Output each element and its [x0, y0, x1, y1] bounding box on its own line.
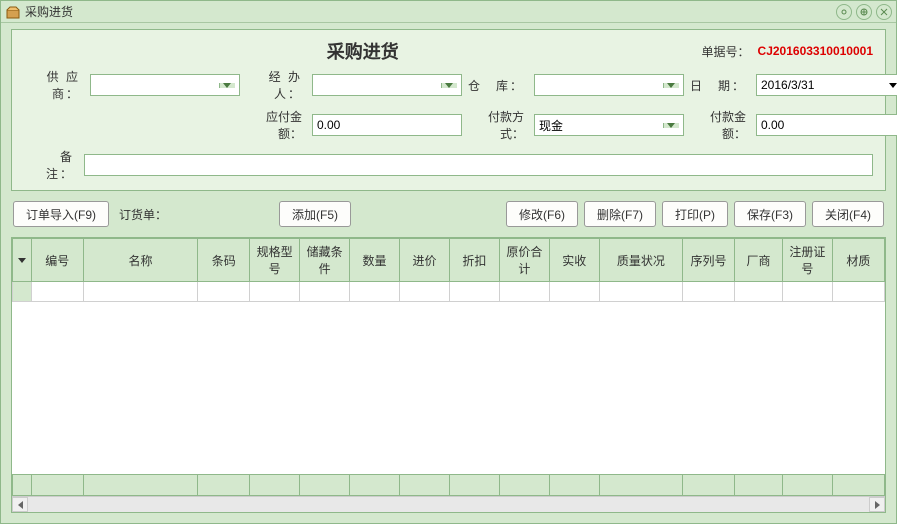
handler-input[interactable] [317, 78, 441, 92]
chevron-down-icon[interactable] [441, 83, 457, 88]
horizontal-scrollbar[interactable] [12, 496, 885, 512]
scroll-right-button[interactable] [869, 497, 885, 512]
payable-input[interactable] [317, 118, 457, 132]
paymethod-input[interactable] [539, 118, 663, 132]
minimize-button[interactable] [836, 4, 852, 20]
content: 采购进货 单据号： CJ201603310010001 供 应 商： 经 办 人… [1, 23, 896, 523]
col-discount[interactable]: 折扣 [449, 239, 499, 282]
warehouse-combo[interactable] [534, 74, 684, 96]
payamount-input[interactable] [761, 118, 897, 132]
paymethod-combo[interactable] [534, 114, 684, 136]
toolbar: 订单导入(F9) 订货单： 添加(F5) 修改(F6) 删除(F7) 打印(P)… [11, 195, 886, 233]
import-order-button[interactable]: 订单导入(F9) [13, 201, 109, 227]
col-spec[interactable]: 规格型号 [250, 239, 300, 282]
form-panel: 采购进货 单据号： CJ201603310010001 供 应 商： 经 办 人… [11, 29, 886, 191]
data-grid: 编号 名称 条码 规格型号 储藏条件 数量 进价 折扣 原价合计 实收 质量状况… [11, 237, 886, 513]
grid-header: 编号 名称 条码 规格型号 储藏条件 数量 进价 折扣 原价合计 实收 质量状况… [12, 238, 885, 302]
col-name[interactable]: 名称 [83, 239, 197, 282]
close-button[interactable] [876, 4, 892, 20]
col-regno[interactable]: 注册证号 [782, 239, 832, 282]
save-button[interactable]: 保存(F3) [734, 201, 806, 227]
supplier-combo[interactable] [90, 74, 240, 96]
scroll-track[interactable] [28, 497, 869, 512]
date-label: 日 期： [690, 77, 750, 94]
window-title: 采购进货 [25, 3, 836, 20]
col-barcode[interactable]: 条码 [198, 239, 250, 282]
payable-field[interactable] [312, 114, 462, 136]
chevron-down-icon[interactable] [663, 83, 679, 88]
table-row[interactable] [13, 282, 885, 302]
edit-button[interactable]: 修改(F6) [506, 201, 578, 227]
payable-label: 应付金额： [246, 108, 306, 142]
col-price[interactable]: 进价 [400, 239, 450, 282]
date-input[interactable] [761, 78, 885, 92]
add-button[interactable]: 添加(F5) [279, 201, 351, 227]
grid-body[interactable] [12, 302, 885, 474]
payamount-label: 付款金额： [690, 108, 750, 142]
col-quality[interactable]: 质量状况 [599, 239, 682, 282]
window-root: 采购进货 采购进货 单据号： CJ201603310010001 供 应 商： … [0, 0, 897, 524]
page-title: 采购进货 [24, 38, 702, 64]
chevron-down-icon[interactable] [885, 83, 897, 88]
col-total[interactable]: 原价合计 [499, 239, 549, 282]
warehouse-input[interactable] [539, 78, 663, 92]
close-form-button[interactable]: 关闭(F4) [812, 201, 884, 227]
header-row: 采购进货 单据号： CJ201603310010001 [24, 38, 873, 64]
paymethod-label: 付款方式： [468, 108, 528, 142]
col-storage[interactable]: 储藏条件 [300, 239, 350, 282]
handler-label: 经 办 人： [246, 68, 306, 102]
col-material[interactable]: 材质 [832, 239, 884, 282]
form-grid: 供 应 商： 经 办 人： 仓 库： 日 期： 应付金额： 付款方式： 付款金额… [24, 68, 873, 142]
maximize-button[interactable] [856, 4, 872, 20]
window-controls [836, 4, 892, 20]
remark-row: 备 注： [24, 148, 873, 182]
delete-button[interactable]: 删除(F7) [584, 201, 656, 227]
col-id[interactable]: 编号 [31, 239, 83, 282]
chevron-down-icon[interactable] [663, 123, 679, 128]
col-vendor[interactable]: 厂商 [735, 239, 783, 282]
date-picker[interactable] [756, 74, 897, 96]
grid-footer [12, 474, 885, 496]
scroll-left-button[interactable] [12, 497, 28, 512]
docno-label: 单据号： [702, 43, 750, 60]
grid-footer-row [13, 475, 885, 496]
payamount-field[interactable] [756, 114, 897, 136]
remark-label: 备 注： [24, 148, 78, 182]
row-selector-header[interactable] [13, 239, 32, 282]
docno-value: CJ201603310010001 [758, 44, 873, 58]
chevron-down-icon[interactable] [219, 83, 235, 88]
col-qty[interactable]: 数量 [350, 239, 400, 282]
warehouse-label: 仓 库： [468, 77, 528, 94]
remark-input[interactable] [89, 158, 868, 172]
titlebar: 采购进货 [1, 1, 896, 23]
col-serial[interactable]: 序列号 [683, 239, 735, 282]
print-button[interactable]: 打印(P) [662, 201, 728, 227]
remark-field[interactable] [84, 154, 873, 176]
app-icon [5, 4, 21, 20]
handler-combo[interactable] [312, 74, 462, 96]
order-label: 订货单： [119, 206, 167, 223]
supplier-label: 供 应 商： [24, 68, 84, 102]
grid-header-row: 编号 名称 条码 规格型号 储藏条件 数量 进价 折扣 原价合计 实收 质量状况… [13, 239, 885, 282]
col-received[interactable]: 实收 [549, 239, 599, 282]
supplier-input[interactable] [95, 78, 219, 92]
